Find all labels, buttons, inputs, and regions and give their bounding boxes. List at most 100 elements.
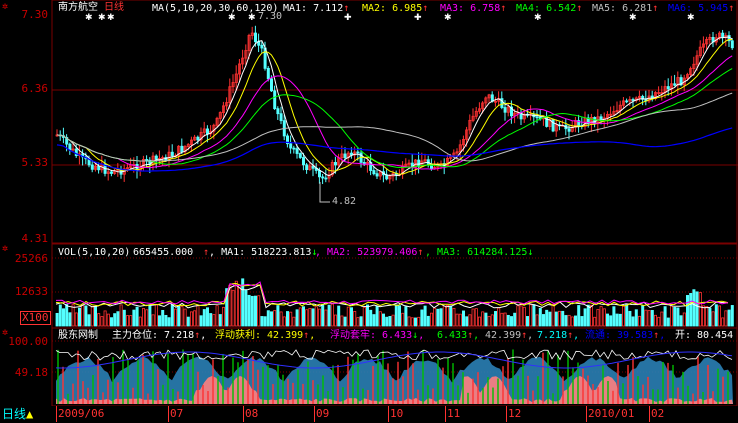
volume-bar [375,305,379,327]
volume-bar [353,311,357,327]
volume-bar [484,312,488,327]
volume-bar [180,306,184,327]
volume-bar [654,314,658,327]
volume-bar [247,294,251,327]
candle-body [97,165,101,171]
volume-bar [673,307,677,327]
candle-body [292,147,296,150]
period-selector[interactable]: 日线▲ [2,408,33,420]
volume-bar [141,308,145,327]
volume-bar [234,280,238,327]
volume-bar [285,311,289,327]
ma5-readout: MA5: 6.281↑ [592,3,659,14]
volume-bar [106,313,110,327]
volume-bar [391,314,395,327]
volume-bar [612,306,616,327]
volume-bar [215,305,219,327]
candle-body [90,164,94,170]
high-price-marker: 7.30 [258,11,283,22]
candle-body [298,153,302,158]
candle-body [266,67,270,80]
volume-bar [90,305,94,327]
vol-ma1-readout: ↑, MA1: 518223.813↓ [203,247,318,258]
float-profit-readout: 浮动获利: 42.399↑, [215,330,316,341]
volume-bar [231,289,235,327]
volume-bar [356,317,360,327]
volume-bar [490,314,494,327]
volume-bar [516,305,520,327]
volume-bar [423,305,427,327]
volume-bar [708,307,712,327]
indicator-axis-label: 49.18 [14,366,48,379]
volume-bar [461,310,465,327]
main-position-readout: 主力仓位: 7.218↑, [112,330,207,341]
volume-bar [660,311,664,327]
ma1-readout: MA1: 7.112↑ [283,3,350,14]
volume-bar [721,317,725,327]
volume-bar [692,289,696,327]
candle-body [110,171,114,174]
volume-bar [558,310,562,327]
candle-body [317,170,321,178]
candle-body [666,86,670,90]
low-price-marker: 4.82 [332,196,357,207]
volume-bar [189,311,193,327]
ma5-line [56,92,733,162]
volume-bar [477,316,481,327]
candle-body [180,145,184,153]
event-marker-icon: ✱ [98,13,106,23]
volume-bar [173,308,177,327]
volume-bar [574,315,578,327]
indicator-title[interactable]: 股东网制 [58,330,98,342]
volume-bar [570,316,574,327]
volume-bar [542,314,546,327]
date-label: 08 [245,407,259,420]
date-label: 07 [170,407,184,420]
volume-bar [554,311,558,327]
volume-bar [244,289,248,327]
period-label: 日线 [104,2,125,13]
volume-bar [657,316,661,327]
volume-bar [535,314,539,327]
volume-bar [164,314,168,327]
price-axis-label: 7.30 [21,8,49,21]
volume-bar [580,316,584,327]
volume-bar [401,312,405,327]
volume-bar [705,306,709,327]
volume-bar [365,304,369,327]
volume-bar [378,311,382,327]
volume-bar [481,311,485,327]
volume-bar [666,317,670,327]
indicator-value-6: 7.218↑, [537,330,580,341]
volume-bar [442,305,446,327]
price-axis-label: 5.33 [21,156,49,169]
volume-bar [471,308,475,327]
volume-bar [154,304,158,327]
ma4-readout: MA4: 6.542↑ [516,3,583,14]
volume-bar [455,313,459,327]
volume-bar [596,309,600,327]
volume-bar [634,309,638,327]
candle-body [68,143,72,151]
volume-bar [157,315,161,327]
volume-bar [606,313,610,327]
volume-bar [410,317,414,327]
stock-chart-canvas[interactable]: ✱ ✱ ✱ ✱ ✱ ✚ ✚ ✱ ✱ ✱ ✱ [0,0,738,423]
volume-bar [161,309,165,327]
volume-bar [682,312,686,327]
indicator-value-5: 42.399↑, [485,330,534,341]
volume-bar [74,312,78,327]
date-tick [243,406,244,422]
volume-bar [126,315,130,327]
date-label: 09 [316,407,330,420]
volume-bar [340,315,344,327]
volume-bar [567,314,571,327]
volume-bar [388,316,392,327]
volume-bar [276,305,280,327]
open-readout: 开: 80.454 [675,330,734,341]
candle-body [503,107,507,113]
vol-ma3-line [55,281,729,305]
volume-bar [583,308,587,327]
volume-unit-label: X100 [20,311,51,325]
volume-bar [237,284,241,327]
